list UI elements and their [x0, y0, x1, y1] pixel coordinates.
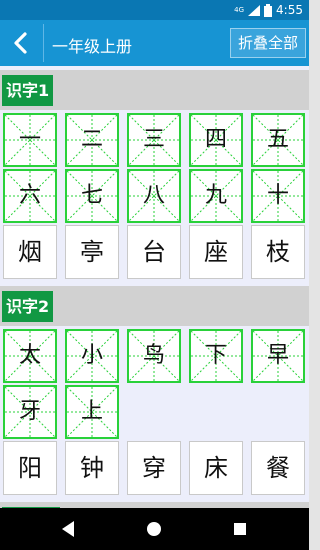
character-grid-cell[interactable]: 七 — [65, 169, 119, 223]
nav-back-triangle-icon[interactable] — [55, 516, 81, 542]
appbar-divider — [43, 24, 44, 62]
back-chevron-icon[interactable] — [8, 30, 34, 56]
lesson-list[interactable]: 识字1 一 二 三 四 五六 七 八 九 十烟 亭 台 座 枝识字2 太 小 鸟 下 早牙 上阳 钟 穿 床 餐 — [0, 66, 309, 508]
word-character-cell[interactable]: 穿 — [127, 441, 181, 495]
character: 六 — [18, 183, 41, 208]
character: 餐 — [266, 454, 290, 482]
character: 三 — [142, 127, 165, 152]
page-title: 一年级上册 — [52, 37, 133, 56]
word-character-cell[interactable]: 餐 — [251, 441, 305, 495]
character-grid-cell[interactable]: 三 — [127, 113, 181, 167]
character: 鸟 — [142, 343, 165, 368]
character-grid-cell[interactable]: 小 — [65, 329, 119, 383]
section-header[interactable]: 识字1 — [0, 70, 309, 110]
character: 太 — [18, 343, 41, 368]
character-grid-cell[interactable]: 下 — [189, 329, 243, 383]
app-bar: 一年级上册 折叠全部 — [0, 20, 309, 66]
battery-icon — [264, 3, 273, 17]
character-grid-cell[interactable]: 二 — [65, 113, 119, 167]
character-grid-cell[interactable]: 五 — [251, 113, 305, 167]
character: 五 — [266, 127, 289, 152]
character-grid-cell[interactable]: 太 — [3, 329, 57, 383]
status-bar: 4G 4:55 — [0, 0, 309, 20]
status-icons: 4G 4:55 — [234, 3, 303, 17]
character: 九 — [204, 183, 227, 208]
character-grid-cell[interactable]: 六 — [3, 169, 57, 223]
fold-all-button[interactable]: 折叠全部 — [230, 28, 306, 58]
word-character-cell[interactable]: 枝 — [251, 225, 305, 279]
character: 座 — [204, 238, 228, 266]
character-grid-cell[interactable]: 八 — [127, 169, 181, 223]
word-character-cell[interactable]: 台 — [127, 225, 181, 279]
word-character-cell[interactable]: 钟 — [65, 441, 119, 495]
character: 台 — [142, 238, 166, 266]
word-character-cell[interactable]: 阳 — [3, 441, 57, 495]
character: 十 — [266, 183, 289, 208]
character: 钟 — [80, 454, 104, 482]
system-nav-bar — [0, 508, 309, 550]
character-grid-cell[interactable]: 一 — [3, 113, 57, 167]
character: 小 — [80, 343, 103, 368]
character-grid-cell[interactable]: 牙 — [3, 385, 57, 439]
character-grid-cell[interactable]: 四 — [189, 113, 243, 167]
word-character-cell[interactable]: 烟 — [3, 225, 57, 279]
nav-home-circle-icon[interactable] — [141, 516, 167, 542]
clock: 4:55 — [276, 3, 303, 17]
character: 下 — [204, 343, 227, 368]
character: 烟 — [18, 238, 42, 266]
character: 早 — [266, 343, 289, 368]
character: 亭 — [80, 238, 104, 266]
character: 四 — [204, 127, 227, 152]
section-header[interactable]: 识字2 — [0, 286, 309, 326]
character-grid-cell[interactable]: 上 — [65, 385, 119, 439]
word-character-cell[interactable]: 床 — [189, 441, 243, 495]
section-title: 识字2 — [2, 291, 54, 322]
character: 阳 — [18, 454, 42, 482]
character: 穿 — [142, 454, 166, 482]
character-grid-cell[interactable]: 鸟 — [127, 329, 181, 383]
character: 八 — [142, 183, 165, 208]
nav-recents-square-icon[interactable] — [227, 516, 253, 542]
word-character-cell[interactable]: 座 — [189, 225, 243, 279]
character: 枝 — [266, 238, 290, 266]
character: 床 — [204, 454, 228, 482]
character: 七 — [80, 183, 103, 208]
signal-icon — [248, 4, 261, 16]
character: 牙 — [18, 399, 41, 424]
character-grid-cell[interactable]: 早 — [251, 329, 305, 383]
section-title: 识字1 — [2, 75, 54, 106]
word-character-cell[interactable]: 亭 — [65, 225, 119, 279]
character-grid-cell[interactable]: 十 — [251, 169, 305, 223]
character-grid-cell[interactable]: 九 — [189, 169, 243, 223]
network-type: 4G — [234, 6, 245, 14]
character: 上 — [80, 399, 103, 424]
character: 二 — [80, 127, 103, 152]
character: 一 — [18, 127, 41, 152]
